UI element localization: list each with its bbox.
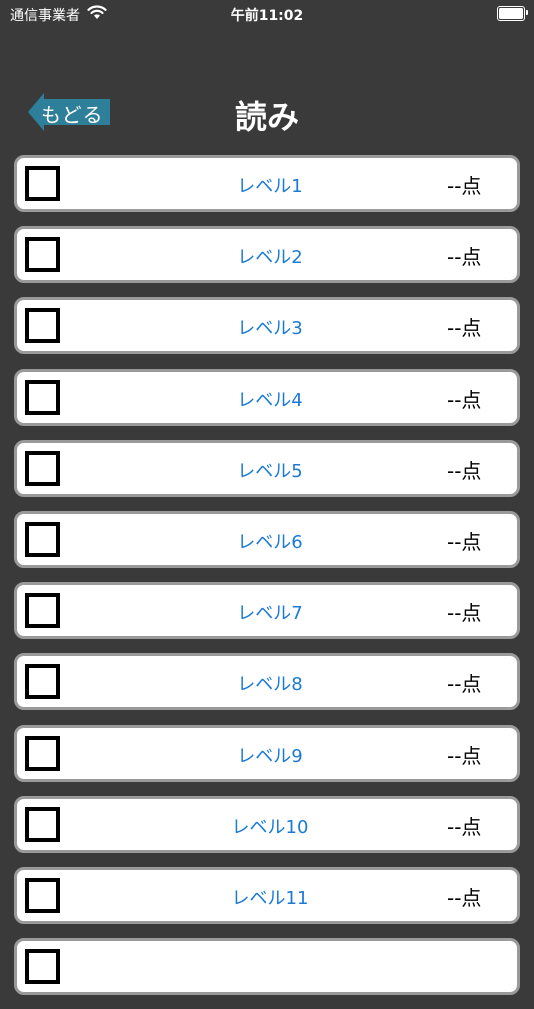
level-score: --点	[447, 245, 482, 270]
checkbox[interactable]	[25, 949, 60, 985]
level-row-11[interactable]: レベル11 --点	[14, 866, 520, 924]
battery-icon	[497, 6, 528, 21]
level-score: --点	[447, 174, 482, 198]
level-row-2[interactable]: レベル2 --点	[14, 226, 520, 284]
level-row-5[interactable]: レベル5 --点	[14, 439, 520, 497]
level-score: --点	[447, 316, 482, 341]
level-score: --点	[447, 387, 482, 412]
page-title: 読み	[234, 98, 299, 136]
level-row-8[interactable]: レベル8 --点	[14, 653, 520, 711]
level-row-1[interactable]: レベル1 --点	[14, 155, 520, 212]
level-score: --点	[447, 672, 482, 697]
status-time: 午前11:02	[230, 8, 304, 24]
level-score: --点	[447, 458, 482, 483]
level-score: --点	[447, 601, 482, 626]
status-bar: 通信事業者 午前11:02	[0, 0, 534, 28]
level-row-6[interactable]: レベル6 --点	[14, 510, 520, 568]
level-list: レベル1 --点 レベル2 --点 レベル3 --点 レベル4 --点 レベル5…	[14, 155, 520, 1009]
level-score: --点	[447, 885, 482, 910]
level-row-7[interactable]: レベル7 --点	[14, 582, 520, 640]
level-row-10[interactable]: レベル10 --点	[14, 795, 520, 853]
level-score: --点	[447, 529, 482, 554]
level-row-4[interactable]: レベル4 --点	[14, 368, 520, 426]
level-row-3[interactable]: レベル3 --点	[14, 297, 520, 355]
level-score: --点	[447, 814, 482, 839]
level-score: --点	[447, 743, 482, 768]
level-row-9[interactable]: レベル9 --点	[14, 724, 520, 782]
level-row-12[interactable]	[14, 938, 520, 996]
